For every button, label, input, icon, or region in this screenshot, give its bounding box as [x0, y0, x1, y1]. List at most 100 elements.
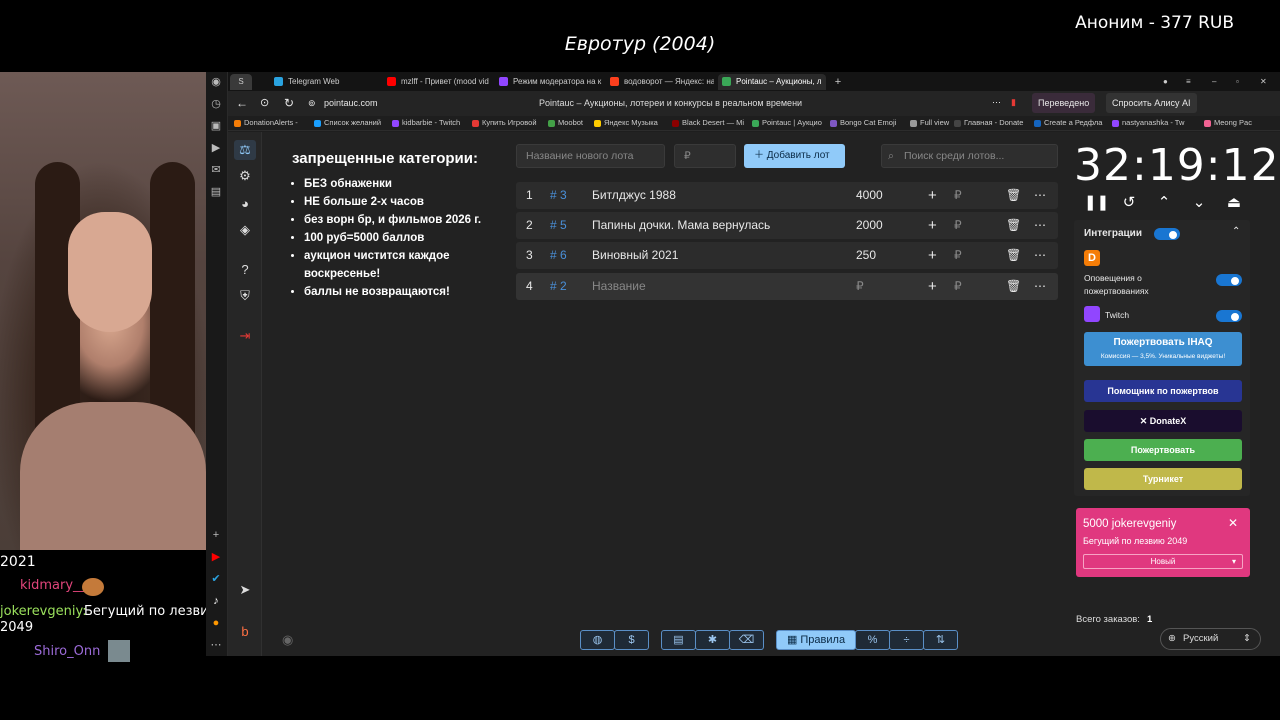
- tab-pointauc[interactable]: Pointauc – Аукционы, л: [718, 74, 826, 90]
- delete-icon[interactable]: 🗑: [1006, 212, 1021, 239]
- lot-name-input[interactable]: Название нового лота: [516, 144, 665, 168]
- bookmark-item[interactable]: Black Desert — Mi: [672, 118, 744, 127]
- minimize-button[interactable]: –: [1212, 74, 1224, 90]
- donation-helper-button[interactable]: Помощник по пожертвов: [1084, 380, 1242, 402]
- play-icon[interactable]: ▶: [208, 140, 224, 156]
- telegram-icon[interactable]: ➤: [234, 580, 256, 600]
- bookmark-item[interactable]: Meong Pac: [1204, 118, 1252, 127]
- bookmark-item[interactable]: Яндекс Музыка: [594, 118, 658, 127]
- donation-card[interactable]: 5000 jokerevgeniy ✕ Бегущий по лезвию 20…: [1076, 508, 1250, 577]
- sort-icon[interactable]: ⇅: [923, 630, 958, 650]
- auction-icon[interactable]: ⚖: [234, 140, 256, 160]
- twitch-toggle[interactable]: [1216, 310, 1242, 322]
- chevron-up-icon[interactable]: ⌃: [1154, 193, 1174, 211]
- wheel-icon[interactable]: ◕: [234, 194, 256, 214]
- bookmark-item[interactable]: nastyanashka - Tw: [1112, 118, 1184, 127]
- tab-yandex[interactable]: водоворот — Яндекс: наш: [606, 74, 714, 90]
- eject-icon[interactable]: ⏏: [1224, 193, 1244, 211]
- tab-telegram[interactable]: Telegram Web: [270, 74, 368, 90]
- tab-twitch[interactable]: Режим модератора на к: [495, 74, 603, 90]
- shield-icon[interactable]: ⛨: [234, 286, 256, 306]
- bookmark-item[interactable]: Bongo Cat Emoji: [830, 118, 896, 127]
- lot-row[interactable]: 4 # 2 Название ₽ + ₽ 🗑 ⋯: [516, 273, 1058, 300]
- lot-search-input[interactable]: ⌕ Поиск среди лотов...: [881, 144, 1058, 168]
- add-amount-icon[interactable]: +: [928, 212, 937, 239]
- add-amount-icon[interactable]: +: [928, 182, 937, 209]
- logo-icon[interactable]: ◉: [208, 74, 224, 90]
- boosty-icon[interactable]: b: [234, 622, 256, 642]
- lot-amount[interactable]: 4000: [856, 182, 883, 209]
- bookmark-item[interactable]: kidbarbie - Twitch: [392, 118, 460, 127]
- delete-icon[interactable]: 🗑: [1006, 242, 1021, 269]
- add-amount-icon[interactable]: +: [928, 273, 937, 300]
- back-icon[interactable]: ←: [236, 96, 248, 110]
- help-icon[interactable]: ?: [234, 260, 256, 280]
- integrations-toggle[interactable]: [1154, 228, 1180, 240]
- add-amount-icon[interactable]: +: [928, 242, 937, 269]
- reload-icon[interactable]: ↻: [284, 96, 294, 110]
- lot-amount[interactable]: 250: [856, 242, 876, 269]
- more-icon[interactable]: ⋯: [1034, 273, 1046, 300]
- youtube-icon[interactable]: ▶: [208, 549, 224, 565]
- tab-group-icon[interactable]: S: [230, 74, 252, 90]
- turniket-button[interactable]: Турникет: [1084, 468, 1242, 490]
- more-icon[interactable]: ⋯: [1034, 242, 1046, 269]
- tiktok-icon[interactable]: ♪: [208, 593, 224, 609]
- check-icon[interactable]: ✔: [208, 571, 224, 587]
- donatex-button[interactable]: ✕ DonateX: [1084, 410, 1242, 432]
- chevron-down-icon[interactable]: ⌄: [1189, 193, 1209, 211]
- collections-icon[interactable]: ▣: [208, 118, 224, 134]
- dollar-icon[interactable]: $: [614, 630, 649, 650]
- bookmark-item[interactable]: Список желаний: [314, 118, 381, 127]
- lot-row[interactable]: 2 # 5 Папины дочки. Мама вернулась 2000 …: [516, 212, 1058, 239]
- logout-icon[interactable]: ⇥: [234, 326, 256, 346]
- bookmark-item[interactable]: Pointauc | Аукцио: [752, 118, 822, 127]
- url-field[interactable]: pointauc.com: [324, 98, 378, 108]
- delete-icon[interactable]: 🗑: [1006, 182, 1021, 209]
- lot-amount[interactable]: 2000: [856, 212, 883, 239]
- new-tab-button[interactable]: +: [830, 74, 846, 90]
- layers-icon[interactable]: ◈: [234, 220, 256, 240]
- tab-youtube[interactable]: mzlff - Привет (mood vid: [383, 74, 491, 90]
- mail-icon[interactable]: ✉: [208, 162, 224, 178]
- split-icon[interactable]: ÷: [889, 630, 924, 650]
- notes-icon[interactable]: ▤: [208, 184, 224, 200]
- more-icon[interactable]: ⋯: [1034, 212, 1046, 239]
- lot-name[interactable]: Название: [592, 273, 646, 300]
- percent-icon[interactable]: %: [855, 630, 890, 650]
- history-icon[interactable]: ◷: [208, 96, 224, 112]
- close-icon[interactable]: ✕: [1228, 516, 1238, 530]
- ask-alice-button[interactable]: Спросить Алису AI: [1106, 93, 1197, 113]
- save-icon[interactable]: ▤: [661, 630, 696, 650]
- lot-amount[interactable]: ₽: [856, 273, 864, 300]
- add-lot-button[interactable]: ＋ Добавить лот: [744, 144, 845, 168]
- bookmark-item[interactable]: Create a Редфла: [1034, 118, 1102, 127]
- eye-icon[interactable]: ◉: [282, 632, 293, 648]
- donation-alerts-toggle[interactable]: [1216, 274, 1242, 286]
- donate-ihaq-button[interactable]: Пожертвовать IHAQ Комиссия — 3,5%. Уника…: [1084, 332, 1242, 366]
- bug-icon[interactable]: ✱: [695, 630, 730, 650]
- reset-icon[interactable]: ↺: [1119, 193, 1139, 211]
- translated-button[interactable]: Переведено: [1032, 93, 1096, 113]
- donate-button[interactable]: Пожертвовать: [1084, 439, 1242, 461]
- more-icon[interactable]: ⋯: [992, 97, 1001, 108]
- clear-icon[interactable]: ⌫: [729, 630, 764, 650]
- bookmark-item[interactable]: Купить Игровой: [472, 118, 537, 127]
- music-icon[interactable]: ●: [208, 615, 224, 631]
- add-panel-icon[interactable]: +: [208, 527, 224, 543]
- bookmark-item[interactable]: Moobot: [548, 118, 583, 127]
- settings-icon[interactable]: ⚙: [234, 166, 256, 186]
- bookmark-item[interactable]: DonationAlerts -: [234, 118, 298, 127]
- language-select[interactable]: ⊕ Русский ⇕: [1160, 628, 1261, 650]
- chevron-up-icon[interactable]: ⌃: [1232, 226, 1240, 237]
- more-icon[interactable]: ⋯: [208, 637, 224, 653]
- close-window-button[interactable]: ✕: [1260, 74, 1272, 90]
- menu-icon[interactable]: ≡: [1186, 74, 1198, 90]
- bookmark-item[interactable]: Главная - Donate: [954, 118, 1023, 127]
- github-icon[interactable]: ◍: [580, 630, 615, 650]
- lot-row[interactable]: 1 # 3 Битлджус 1988 4000 + ₽ 🗑 ⋯: [516, 182, 1058, 209]
- profile-icon[interactable]: ●: [1163, 74, 1175, 90]
- lot-name[interactable]: Папины дочки. Мама вернулась: [592, 212, 770, 239]
- lot-name[interactable]: Битлджус 1988: [592, 182, 676, 209]
- rules-button[interactable]: ▦ Правила: [776, 630, 856, 650]
